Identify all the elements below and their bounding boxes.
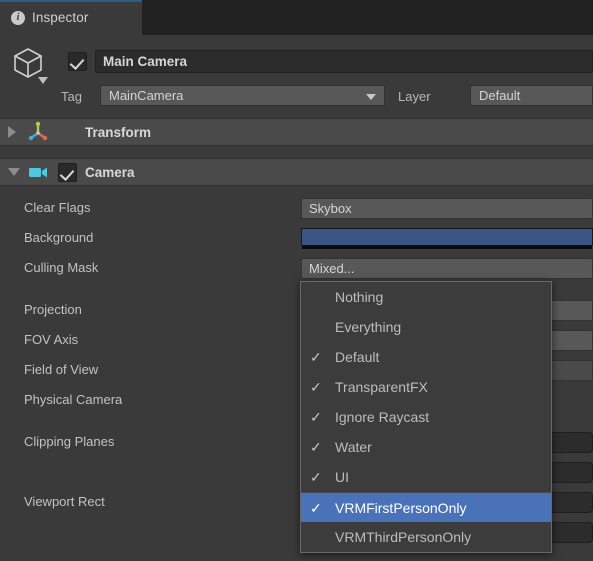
clear-flags-dropdown[interactable]: Skybox <box>301 198 593 219</box>
menu-item-label: Everything <box>335 319 402 335</box>
viewport-rect-y-input[interactable] <box>545 522 593 543</box>
menu-item-label: TransparentFX <box>335 379 428 395</box>
menu-item-label: VRMFirstPersonOnly <box>335 499 467 516</box>
menu-item-default[interactable]: ✓ Default <box>301 342 551 372</box>
camera-icon <box>29 167 47 178</box>
culling-mask-menu[interactable]: Nothing Everything ✓ Default ✓ TransparentFX ✓… <box>300 281 552 553</box>
prop-label-field-of-view: Field of View <box>24 362 99 377</box>
unity-inspector-window: i Inspector Main Camera Tag MainCamera L… <box>0 0 593 561</box>
foldout-expanded-icon[interactable] <box>8 168 20 176</box>
cube-icon <box>14 48 48 84</box>
menu-item-everything[interactable]: Everything <box>301 312 551 342</box>
tab-inspector-label: Inspector <box>32 10 89 25</box>
component-header-camera[interactable]: Camera <box>0 158 593 186</box>
check-icon: ✓ <box>310 379 322 395</box>
gameobject-name-input[interactable]: Main Camera <box>95 50 593 73</box>
menu-item-transparentfx[interactable]: ✓ TransparentFX <box>301 372 551 402</box>
prop-label-viewport-rect: Viewport Rect <box>24 494 105 509</box>
prop-label-fov-axis: FOV Axis <box>24 332 79 347</box>
foldout-collapsed-icon[interactable] <box>8 126 16 138</box>
tag-dropdown-value: MainCamera <box>109 88 184 103</box>
menu-item-nothing[interactable]: Nothing <box>301 282 551 312</box>
menu-item-vrmthirdpersononly[interactable]: VRMThirdPersonOnly <box>301 522 551 552</box>
menu-item-label: Water <box>335 439 372 455</box>
culling-mask-dropdown[interactable]: Mixed... <box>301 258 593 279</box>
info-icon: i <box>11 10 25 25</box>
chevron-down-icon <box>366 93 376 100</box>
camera-enabled-checkbox[interactable] <box>58 163 77 182</box>
prop-label-projection: Projection <box>24 302 82 317</box>
menu-item-label: Default <box>335 349 380 365</box>
prop-label-physical-camera: Physical Camera <box>24 392 123 407</box>
color-swatch-alpha-bar <box>302 245 592 249</box>
layer-dropdown-value: Default <box>479 88 521 103</box>
check-icon: ✓ <box>310 469 322 485</box>
tab-accent-line <box>0 0 142 2</box>
menu-item-label: UI <box>335 469 349 485</box>
viewport-rect-x-input[interactable] <box>545 492 593 513</box>
component-title-camera: Camera <box>85 164 135 180</box>
menu-item-ui[interactable]: ✓ UI <box>301 462 551 492</box>
prop-label-culling-mask: Culling Mask <box>24 260 99 275</box>
prop-label-clear-flags: Clear Flags <box>24 200 91 215</box>
component-title-transform: Transform <box>85 124 152 140</box>
tab-bar: i Inspector <box>0 0 593 35</box>
menu-item-ignore-raycast[interactable]: ✓ Ignore Raycast <box>301 402 551 432</box>
tag-label: Tag <box>61 89 82 104</box>
menu-item-label: VRMThirdPersonOnly <box>335 529 472 545</box>
culling-mask-value: Mixed... <box>309 261 355 276</box>
clipping-planes-far-input[interactable] <box>545 462 593 483</box>
transform-gizmo-icon <box>28 121 48 141</box>
prop-label-clipping-planes: Clipping Planes <box>24 434 115 449</box>
menu-item-label: Nothing <box>335 289 384 305</box>
tab-inspector[interactable]: i Inspector <box>0 0 142 35</box>
gameobject-enabled-checkbox[interactable] <box>68 52 87 71</box>
tag-dropdown[interactable]: MainCamera <box>100 85 385 106</box>
check-icon: ✓ <box>310 439 322 455</box>
check-icon: ✓ <box>310 499 322 516</box>
clipping-planes-near-input[interactable] <box>545 432 593 453</box>
prop-label-background: Background <box>24 230 94 245</box>
clear-flags-value: Skybox <box>309 201 352 216</box>
menu-item-vrmfirstpersononly[interactable]: ✓ VRMFirstPersonOnly <box>301 492 551 522</box>
menu-item-water[interactable]: ✓ Water <box>301 432 551 462</box>
check-icon: ✓ <box>310 409 322 425</box>
check-icon: ✓ <box>310 349 322 365</box>
layer-label: Layer <box>398 89 431 104</box>
background-color-swatch[interactable] <box>301 228 593 249</box>
component-header-transform[interactable]: Transform <box>0 118 593 146</box>
menu-item-label: Ignore Raycast <box>335 409 430 425</box>
layer-dropdown[interactable]: Default <box>470 85 593 106</box>
